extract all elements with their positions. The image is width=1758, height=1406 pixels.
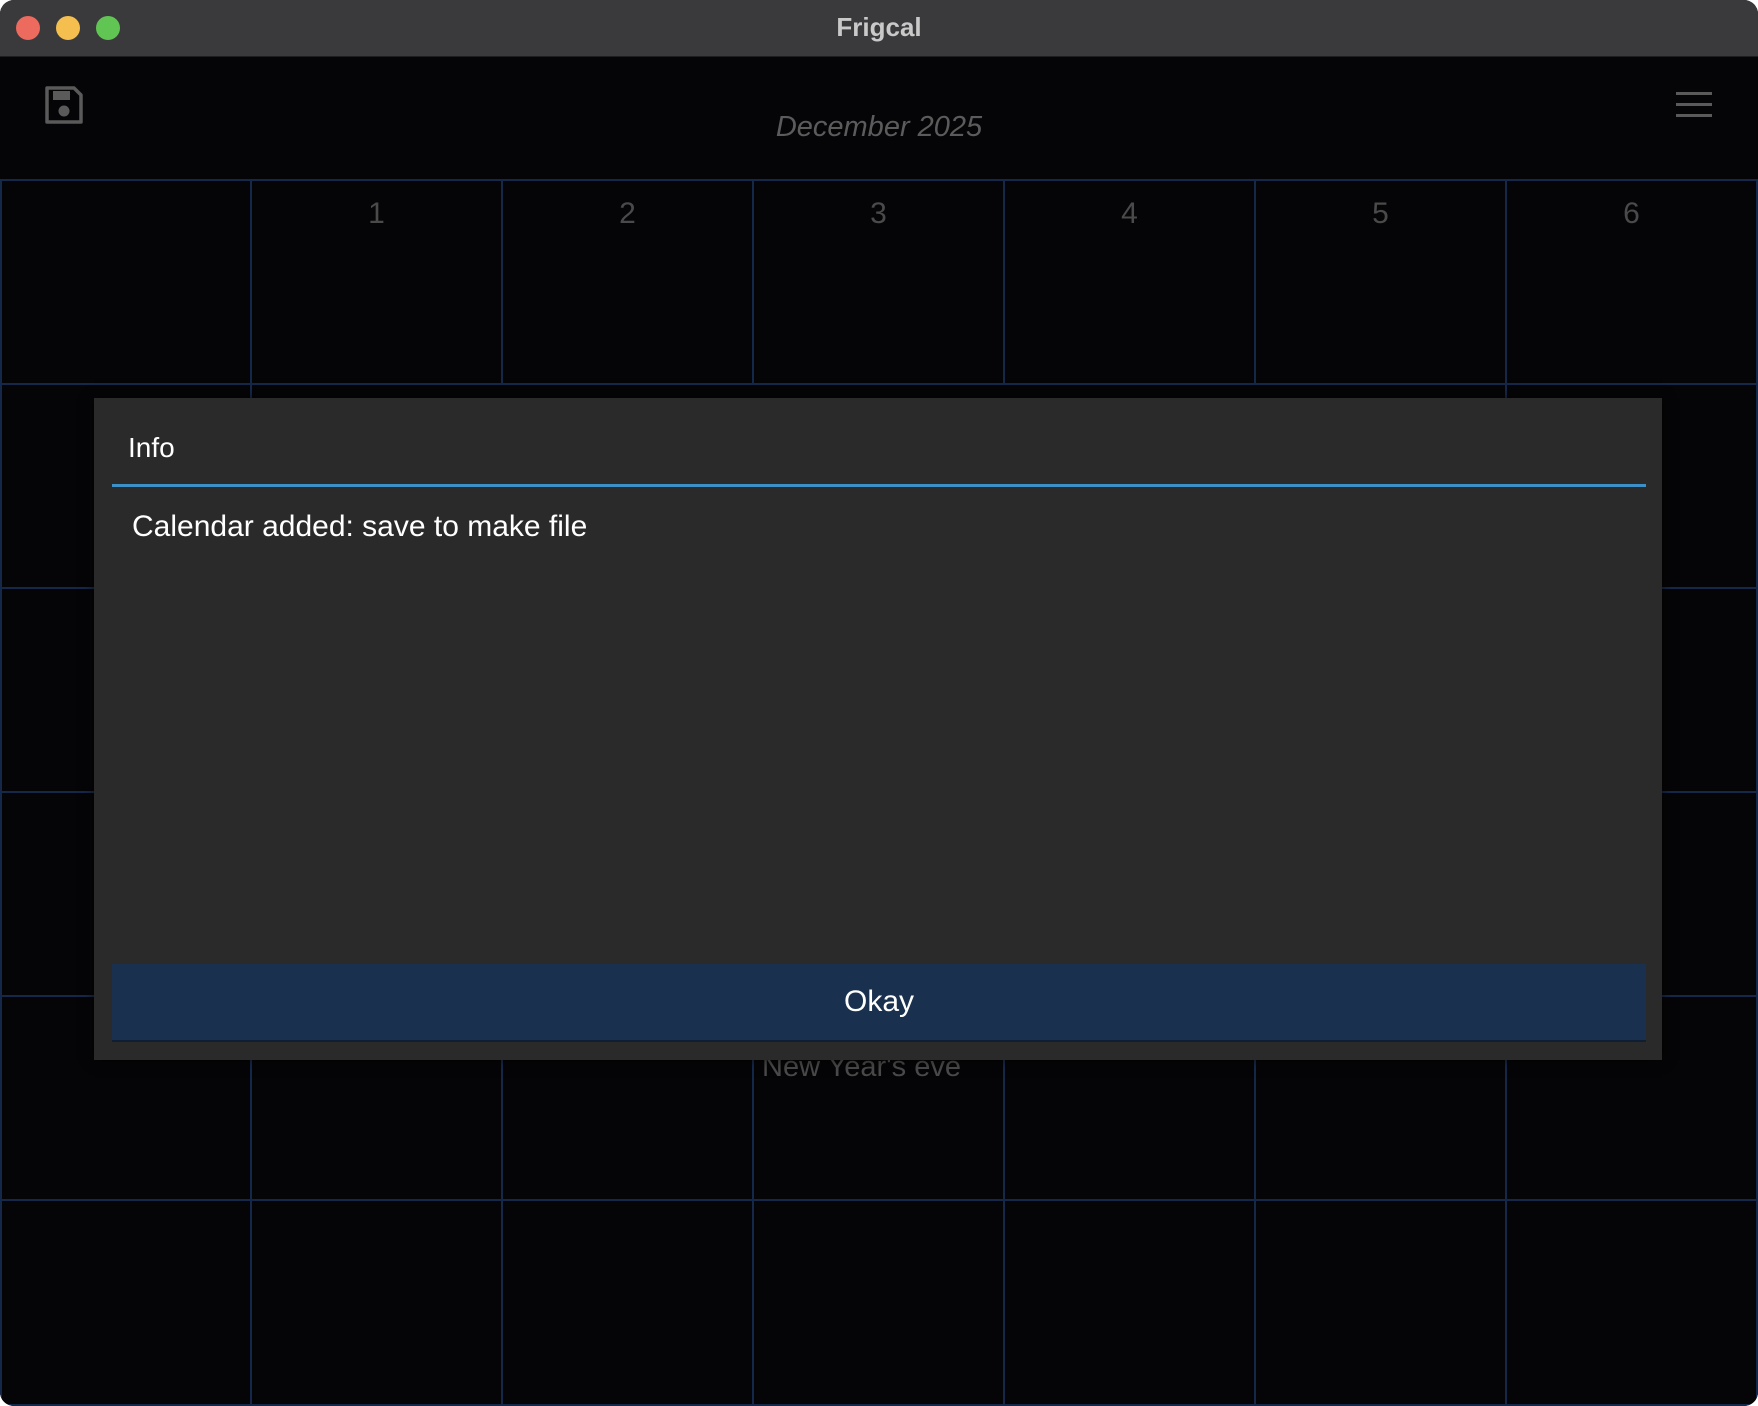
dialog-title: Info [128, 432, 175, 463]
title-bar[interactable]: Frigcal [0, 0, 1758, 57]
day-cell-5[interactable]: 5 [1254, 179, 1507, 385]
hamburger-menu-icon [1676, 92, 1712, 117]
day-cell-4[interactable]: 4 [1003, 179, 1256, 385]
dialog-title-separator [112, 484, 1646, 487]
day-number: 5 [1372, 197, 1389, 230]
day-number: 2 [619, 197, 636, 230]
day-number: 3 [870, 197, 887, 230]
day-cell[interactable] [0, 1199, 252, 1406]
day-cell[interactable] [1003, 1199, 1256, 1406]
window-title: Frigcal [836, 12, 922, 42]
day-cell[interactable] [501, 1199, 754, 1406]
day-number: 6 [1623, 197, 1640, 230]
day-cell[interactable] [250, 1199, 503, 1406]
day-cell-empty[interactable] [0, 179, 252, 385]
day-number: 4 [1121, 197, 1138, 230]
app-window: Frigcal December 2025 1 2 3 4 5 6 New Ye… [0, 0, 1758, 1406]
day-cell-3[interactable]: 3 [752, 179, 1005, 385]
calendar-toolbar: December 2025 [0, 57, 1758, 179]
dialog-message: Calendar added: save to make file [132, 510, 588, 543]
okay-button[interactable]: Okay [112, 964, 1646, 1042]
day-number: 1 [368, 197, 385, 230]
menu-button[interactable] [1674, 89, 1714, 121]
day-cell-2[interactable]: 2 [501, 179, 754, 385]
day-cell[interactable] [752, 1199, 1005, 1406]
month-title: December 2025 [775, 111, 983, 143]
day-cell-1[interactable]: 1 [250, 179, 503, 385]
day-cell-6[interactable]: 6 [1505, 179, 1758, 385]
info-dialog: Info Calendar added: save to make file O… [94, 398, 1662, 1060]
day-cell[interactable] [1254, 1199, 1507, 1406]
day-cell[interactable] [1505, 1199, 1758, 1406]
